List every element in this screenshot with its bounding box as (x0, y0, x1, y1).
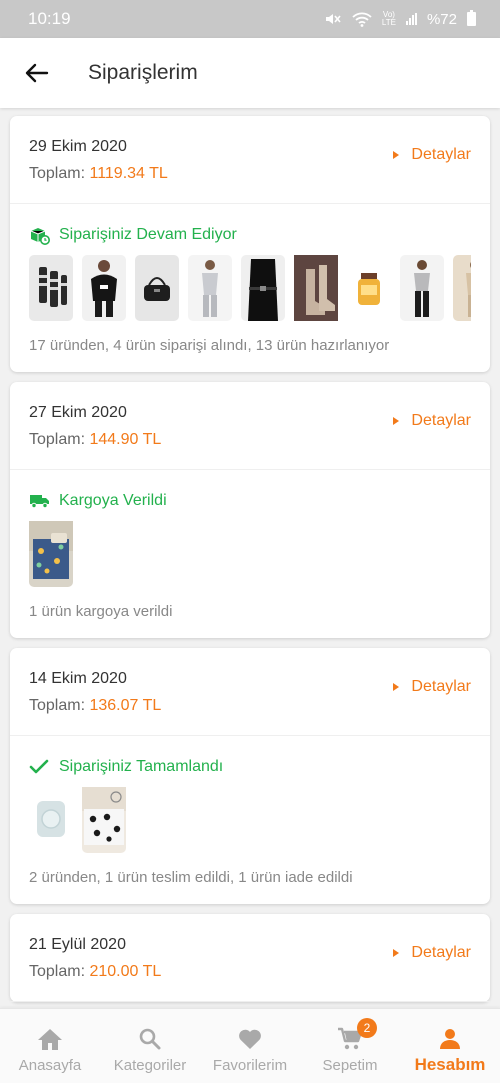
order-total: Toplam: 136.07 TL (29, 697, 162, 714)
order-status: Kargoya Verildi (29, 492, 471, 510)
order-status: Siparişiniz Devam Ediyor (29, 226, 471, 245)
product-thumbnails (29, 521, 471, 587)
caret-right-icon (393, 417, 400, 425)
product-thumbnail[interactable] (400, 255, 444, 321)
search-icon (138, 1026, 162, 1052)
cart-count-badge: 2 (357, 1018, 377, 1038)
bottom-navigation: Anasayfa Kategoriler Favorilerim 2 Sepet… (0, 1008, 500, 1083)
caret-right-icon (393, 949, 400, 957)
order-header: 29 Ekim 2020 Toplam: 1119.34 TL Detaylar (10, 116, 490, 204)
mute-icon (325, 14, 341, 24)
nav-account[interactable]: Hesabım (400, 1009, 500, 1083)
caret-right-icon (393, 151, 400, 159)
nav-favorites[interactable]: Favorilerim (200, 1009, 300, 1083)
order-card[interactable]: 29 Ekim 2020 Toplam: 1119.34 TL Detaylar… (10, 116, 490, 372)
order-total: Toplam: 1119.34 TL (29, 165, 168, 182)
product-thumbnail[interactable] (29, 521, 73, 587)
product-thumbnail[interactable] (29, 787, 73, 853)
nav-home[interactable]: Anasayfa (0, 1009, 100, 1083)
order-summary: 1 ürün kargoya verildi (29, 603, 173, 620)
details-link[interactable]: Detaylar (393, 678, 471, 696)
order-header: 21 Eylül 2020 Toplam: 210.00 TL Detaylar (10, 914, 490, 1002)
arrow-left-icon (25, 63, 49, 83)
order-total-amount: 136.07 TL (89, 697, 162, 714)
wifi-icon (352, 12, 372, 27)
volte-indicator: Vo) LTE (381, 10, 396, 27)
order-total-amount: 144.90 TL (89, 431, 162, 448)
product-thumbnails (29, 787, 471, 853)
order-header: 27 Ekim 2020 Toplam: 144.90 TL Detaylar (10, 382, 490, 470)
user-icon (438, 1026, 462, 1052)
product-thumbnail[interactable] (241, 255, 285, 321)
order-total-amount: 210.00 TL (89, 963, 162, 980)
box-clock-icon (29, 226, 51, 245)
nav-categories[interactable]: Kategoriler (100, 1009, 200, 1083)
signal-icon (405, 13, 417, 25)
order-card[interactable]: 21 Eylül 2020 Toplam: 210.00 TL Detaylar (10, 914, 490, 1002)
order-total: Toplam: 210.00 TL (29, 963, 162, 980)
order-card[interactable]: 14 Ekim 2020 Toplam: 136.07 TL Detaylar … (10, 648, 490, 904)
product-thumbnail[interactable] (294, 255, 338, 321)
order-total: Toplam: 144.90 TL (29, 431, 162, 448)
order-status: Siparişiniz Tamamlandı (29, 758, 471, 776)
order-summary: 17 üründen, 4 ürün siparişi alındı, 13 ü… (29, 337, 390, 354)
order-summary: 2 üründen, 1 ürün teslim edildi, 1 ürün … (29, 869, 353, 886)
order-body: Siparişiniz Tamamlandı 2 üründen, 1 ürün… (10, 736, 490, 904)
product-thumbnail[interactable] (29, 255, 73, 321)
product-thumbnails (29, 255, 471, 321)
product-thumbnail[interactable] (82, 787, 126, 853)
caret-right-icon (393, 683, 400, 691)
orders-list[interactable]: 29 Ekim 2020 Toplam: 1119.34 TL Detaylar… (0, 108, 500, 1008)
page-title: Siparişlerim (88, 61, 198, 84)
order-card[interactable]: 27 Ekim 2020 Toplam: 144.90 TL Detaylar … (10, 382, 490, 638)
back-button[interactable] (0, 38, 70, 108)
details-link[interactable]: Detaylar (393, 146, 471, 164)
order-total-amount: 1119.34 TL (89, 165, 168, 182)
nav-cart[interactable]: 2 Sepetim (300, 1009, 400, 1083)
battery-icon (467, 10, 476, 26)
product-thumbnail[interactable] (453, 255, 471, 321)
order-body: Siparişiniz Devam Ediyor 17 üründen, 4 ü… (10, 204, 490, 372)
status-time: 10:19 (28, 9, 71, 28)
product-thumbnail[interactable] (135, 255, 179, 321)
battery-percent: %72 (426, 10, 457, 28)
product-thumbnail[interactable] (82, 255, 126, 321)
product-thumbnail[interactable] (188, 255, 232, 321)
app-header: Siparişlerim (0, 38, 500, 108)
truck-icon (29, 492, 51, 510)
heart-icon (237, 1026, 263, 1052)
status-bar: 10:19 Vo) LTE %72 (0, 0, 500, 38)
status-icons: Vo) LTE %72 (324, 10, 476, 28)
product-thumbnail[interactable] (347, 255, 391, 321)
details-link[interactable]: Detaylar (393, 944, 471, 962)
order-body: Kargoya Verildi 1 ürün kargoya verildi (10, 470, 490, 638)
order-header: 14 Ekim 2020 Toplam: 136.07 TL Detaylar (10, 648, 490, 736)
check-icon (29, 758, 51, 776)
details-link[interactable]: Detaylar (393, 412, 471, 430)
home-icon (37, 1026, 63, 1052)
